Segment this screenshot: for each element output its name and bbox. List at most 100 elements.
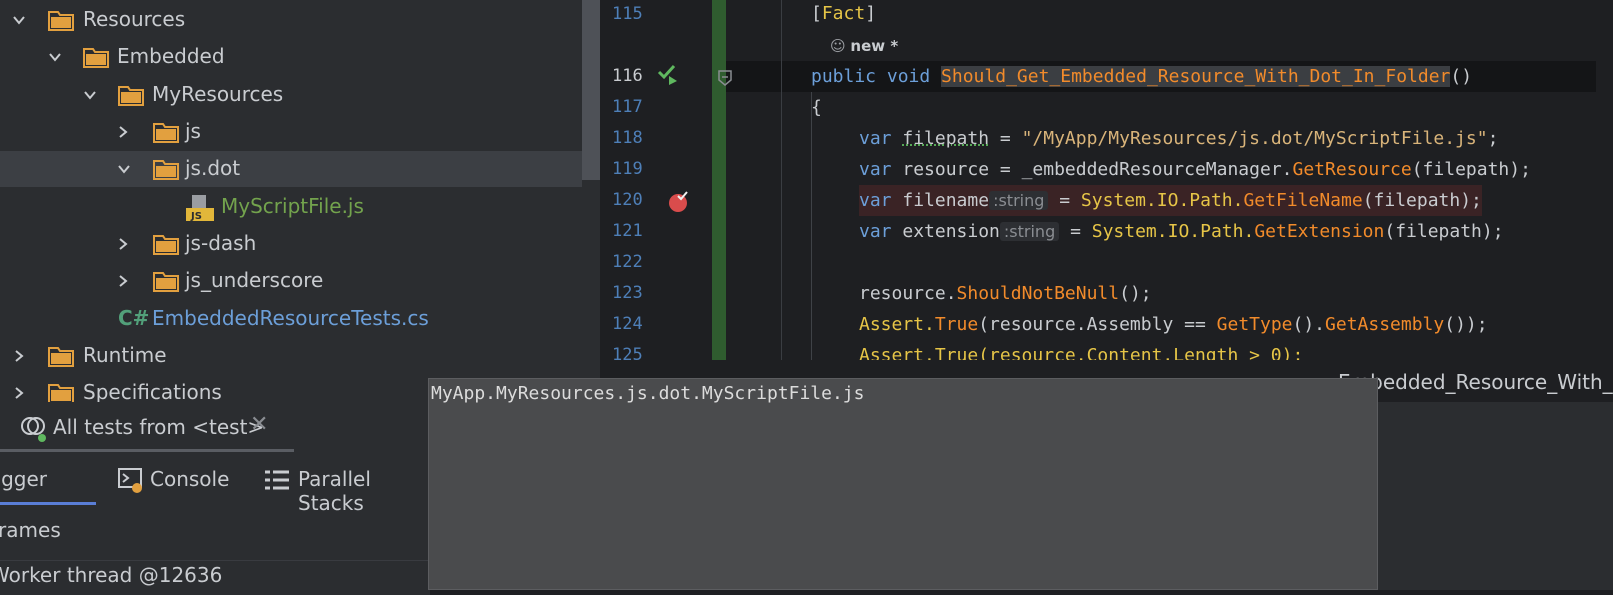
vcs-change-marker [712,0,726,360]
parallel-stacks-icon [264,469,290,496]
codelens-author[interactable]: ☺ new * [830,37,898,55]
thread-label: Worker thread @12636 [0,563,222,587]
tree-item-label: Runtime [83,343,167,367]
thread-selector[interactable]: Worker thread @12636 [0,565,430,595]
line-number: 115 [612,4,662,24]
chevron-right-icon[interactable] [112,226,134,262]
code-line-119: var resource = _embeddedResourceManager.… [859,154,1531,185]
code-line-125: Assert.True(resource.Content.Length > 0)… [859,340,1303,360]
chevron-right-icon[interactable] [112,263,134,299]
svg-text:JS: JS [190,211,202,222]
code-line-116: public void Should_Get_Embedded_Resource… [811,61,1472,92]
chevron-down-icon[interactable] [113,151,135,187]
line-number: 120 [612,190,662,210]
tab-label: All tests from <test> [53,415,264,439]
tab-underline [0,449,294,452]
tree-item-runtime[interactable]: Runtime [0,338,582,374]
tree-item-embedded[interactable]: Embedded [0,39,582,75]
js-file-icon: JS [186,194,212,216]
frames-header: Frames [0,510,430,550]
tree-item-label: js [185,119,201,143]
chevron-right-icon[interactable] [8,338,30,374]
tree-item-label: Embedded [117,44,225,68]
debugger-tabs: Debugger Console Parallel Stacks [0,455,430,505]
code-line-117: { [811,92,822,123]
line-number: 119 [612,159,662,179]
value-tooltip: MyApp.MyResources.js.dot.MyScriptFile.js [428,378,1378,590]
console-icon [118,467,144,498]
line-number: 123 [612,283,662,303]
editor-breadcrumb[interactable]: Embedded_Resource_With_ [1338,360,1613,402]
tree-item-label: MyScriptFile.js [221,194,364,218]
chevron-right-icon[interactable] [8,375,30,402]
chevron-right-icon[interactable] [112,114,134,150]
chevron-down-icon[interactable] [79,77,101,113]
line-number: 116 [612,66,662,86]
tab-console[interactable]: Console [150,467,229,491]
user-icon: ☺ [830,37,846,55]
brace-guide [811,92,812,360]
type-hint: :string [989,191,1048,210]
folder-icon [48,382,74,402]
code-line-121: var extension:string = System.IO.Path.Ge… [859,216,1504,247]
folder-icon [153,121,179,143]
tree-item-label: Resources [83,7,185,31]
tab-underline [0,502,96,505]
line-number: 124 [612,314,662,334]
frames-label: Frames [0,518,61,542]
tree-item-embeddedresourcetests[interactable]: C# EmbeddedResourceTests.cs [0,301,582,337]
line-number: 117 [612,97,662,117]
divider [0,560,430,561]
tree-item-label: Specifications [83,380,222,402]
tree-item-myresources[interactable]: MyResources [0,77,582,113]
tree-item-label: js-dash [185,231,256,255]
tab-debugger[interactable]: Debugger [0,467,47,491]
editor-gutter[interactable]: 115 116 117 118 119 120 121 122 123 124 … [600,0,712,360]
run-test-passed-icon[interactable] [656,62,680,90]
tree-item-label: EmbeddedResourceTests.cs [152,306,429,330]
breakpoint-icon[interactable] [668,190,692,218]
code-line-120: var filename:string = System.IO.Path.Get… [859,185,1482,216]
breadcrumb-method[interactable]: Embedded_Resource_With_ [1338,370,1613,394]
code-line-118: var filepath = "/MyApp/MyResources/js.do… [859,123,1498,154]
folder-icon [48,9,74,31]
type-hint: :string [1000,222,1059,241]
tab-parallel-stacks[interactable]: Parallel Stacks [298,467,430,515]
line-number: 121 [612,221,662,241]
editor-scrollbar[interactable] [1596,0,1613,360]
folder-icon [118,84,144,106]
project-tree: Resources Embedded MyResources js js.dot… [0,0,600,402]
folder-icon [83,46,109,68]
line-number: 122 [612,252,662,272]
tree-item-resources[interactable]: Resources [0,2,582,38]
test-session-icon [20,414,48,449]
folder-icon [153,233,179,255]
tooltip-text: MyApp.MyResources.js.dot.MyScriptFile.js [431,383,864,404]
folder-icon [153,158,179,180]
tree-item-js-dash[interactable]: js-dash [0,226,582,262]
code-line-115: [Fact] [811,0,876,29]
fold-icon[interactable] [718,70,732,90]
tree-item-label: js_underscore [185,268,323,292]
chevron-down-icon[interactable] [44,39,66,75]
tree-item-myscriptfile[interactable]: JS MyScriptFile.js [0,189,582,225]
tree-item-js[interactable]: js [0,114,582,150]
csharp-file-icon: C# [118,306,149,330]
tree-item-js-dot[interactable]: js.dot [0,151,582,187]
tab-all-tests[interactable]: All tests from <test> ✕ [0,402,430,450]
tool-window-header [1338,402,1613,450]
folder-icon [48,345,74,367]
tree-item-label: MyResources [152,82,283,106]
folder-icon [153,270,179,292]
chevron-down-icon[interactable] [8,2,30,38]
line-number: 118 [612,128,662,148]
indent-guide [781,0,782,360]
tree-item-label: js.dot [185,156,240,180]
tree-item-js-underscore[interactable]: js_underscore [0,263,582,299]
code-line-123: resource.ShouldNotBeNull(); [859,278,1152,309]
code-editor[interactable]: 115 116 117 118 119 120 121 122 123 124 … [600,0,1613,360]
line-number: 125 [612,345,662,360]
tree-scrollbar[interactable] [582,0,600,180]
code-line-124: Assert.True(resource.Assembly == GetType… [859,309,1488,340]
close-icon[interactable]: ✕ [250,412,268,437]
